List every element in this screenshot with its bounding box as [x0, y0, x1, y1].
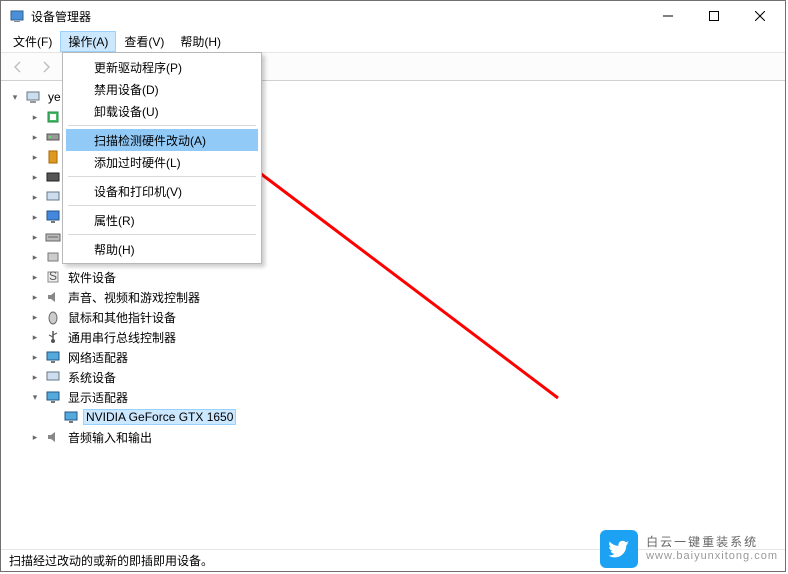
tree-item-audio-io[interactable]: ▸ 音频输入和输出 — [5, 427, 781, 447]
disk-icon — [45, 129, 61, 145]
tree-item[interactable]: ▸ 鼠标和其他指针设备 — [5, 307, 781, 327]
titlebar: 设备管理器 — [1, 1, 785, 31]
minimize-button[interactable] — [645, 1, 691, 31]
sound-icon — [45, 289, 61, 305]
collapse-icon[interactable]: ▾ — [9, 91, 21, 103]
computer-icon — [25, 89, 41, 105]
usb-icon — [45, 329, 61, 345]
expand-icon[interactable]: ▸ — [29, 211, 41, 223]
tree-item-label: 声音、视频和游戏控制器 — [65, 288, 203, 307]
menu-update-driver[interactable]: 更新驱动程序(P) — [66, 56, 258, 78]
watermark: 白云一键重装系统 www.baiyunxitong.com — [600, 530, 778, 568]
tree-item[interactable]: ▸ S 软件设备 — [5, 267, 781, 287]
tree-item-label: 音频输入和输出 — [65, 428, 155, 447]
menu-properties[interactable]: 属性(R) — [66, 209, 258, 231]
device-manager-icon — [9, 8, 25, 24]
expand-icon[interactable]: ▸ — [29, 291, 41, 303]
close-button[interactable] — [737, 1, 783, 31]
expand-icon[interactable]: ▸ — [29, 371, 41, 383]
system-icon — [45, 369, 61, 385]
menu-add-legacy-hardware[interactable]: 添加过时硬件(L) — [66, 151, 258, 173]
tree-item[interactable]: ▸ 通用串行总线控制器 — [5, 327, 781, 347]
expand-icon[interactable]: ▸ — [29, 231, 41, 243]
menu-file[interactable]: 文件(F) — [5, 31, 60, 52]
tree-item-label: 网络适配器 — [65, 348, 131, 367]
menu-separator — [68, 234, 256, 235]
expand-icon[interactable]: ▸ — [29, 131, 41, 143]
monitor-icon — [45, 209, 61, 225]
expand-icon[interactable]: ▸ — [29, 351, 41, 363]
menu-separator — [68, 205, 256, 206]
network-icon — [45, 349, 61, 365]
keyboard-icon — [45, 229, 61, 245]
software-icon: S — [45, 269, 61, 285]
tree-item-label: 显示适配器 — [65, 388, 131, 407]
computer-icon — [45, 189, 61, 205]
tree-item-gpu[interactable]: NVIDIA GeForce GTX 1650 — [5, 407, 781, 427]
tree-item-display-adapters[interactable]: ▾ 显示适配器 — [5, 387, 781, 407]
menu-separator — [68, 125, 256, 126]
display-adapter-icon — [45, 389, 61, 405]
menu-scan-hardware[interactable]: 扫描检测硬件改动(A) — [66, 129, 258, 151]
tree-item-label: NVIDIA GeForce GTX 1650 — [83, 409, 236, 425]
tree-item-label: 软件设备 — [65, 268, 119, 287]
display-adapter-icon — [63, 409, 79, 425]
menu-help[interactable]: 帮助(H) — [66, 238, 258, 260]
back-button[interactable] — [5, 55, 31, 79]
port-icon — [45, 149, 61, 165]
hid-icon — [45, 249, 61, 265]
status-text: 扫描经过改动的或新的即插即用设备。 — [9, 552, 213, 569]
expand-icon[interactable]: ▸ — [29, 191, 41, 203]
forward-button[interactable] — [33, 55, 59, 79]
menu-uninstall-device[interactable]: 卸载设备(U) — [66, 100, 258, 122]
menu-disable-device[interactable]: 禁用设备(D) — [66, 78, 258, 100]
tree-item-label: 系统设备 — [65, 368, 119, 387]
expand-icon[interactable]: ▸ — [29, 151, 41, 163]
menu-view[interactable]: 查看(V) — [116, 31, 172, 52]
watermark-brand: 白云一键重装系统 — [646, 535, 778, 549]
processor-icon — [45, 109, 61, 125]
expand-icon[interactable]: ▸ — [29, 251, 41, 263]
expand-icon[interactable]: ▸ — [29, 271, 41, 283]
expand-icon[interactable]: ▸ — [29, 331, 41, 343]
tree-item[interactable]: ▸ 声音、视频和游戏控制器 — [5, 287, 781, 307]
menu-help[interactable]: 帮助(H) — [172, 31, 229, 52]
menu-separator — [68, 176, 256, 177]
mouse-icon — [45, 309, 61, 325]
expand-icon[interactable]: ▸ — [29, 431, 41, 443]
menubar: 文件(F) 操作(A) 查看(V) 帮助(H) — [1, 31, 785, 53]
menu-devices-printers[interactable]: 设备和打印机(V) — [66, 180, 258, 202]
expand-icon[interactable]: ▸ — [29, 311, 41, 323]
collapse-icon[interactable]: ▾ — [29, 391, 41, 403]
tree-root-label: ye — [45, 89, 64, 105]
action-dropdown-menu: 更新驱动程序(P) 禁用设备(D) 卸载设备(U) 扫描检测硬件改动(A) 添加… — [62, 52, 262, 264]
tree-item[interactable]: ▸ 系统设备 — [5, 367, 781, 387]
svg-text:S: S — [49, 269, 57, 283]
firmware-icon — [45, 169, 61, 185]
maximize-button[interactable] — [691, 1, 737, 31]
audio-icon — [45, 429, 61, 445]
expand-icon[interactable]: ▸ — [29, 171, 41, 183]
expand-icon[interactable]: ▸ — [29, 111, 41, 123]
tree-item[interactable]: ▸ 网络适配器 — [5, 347, 781, 367]
watermark-url: www.baiyunxitong.com — [646, 550, 778, 563]
tree-item-label: 鼠标和其他指针设备 — [65, 308, 179, 327]
menu-action[interactable]: 操作(A) — [60, 31, 116, 52]
window-title: 设备管理器 — [31, 8, 645, 25]
tree-item-label: 通用串行总线控制器 — [65, 328, 179, 347]
watermark-logo-icon — [600, 530, 638, 568]
